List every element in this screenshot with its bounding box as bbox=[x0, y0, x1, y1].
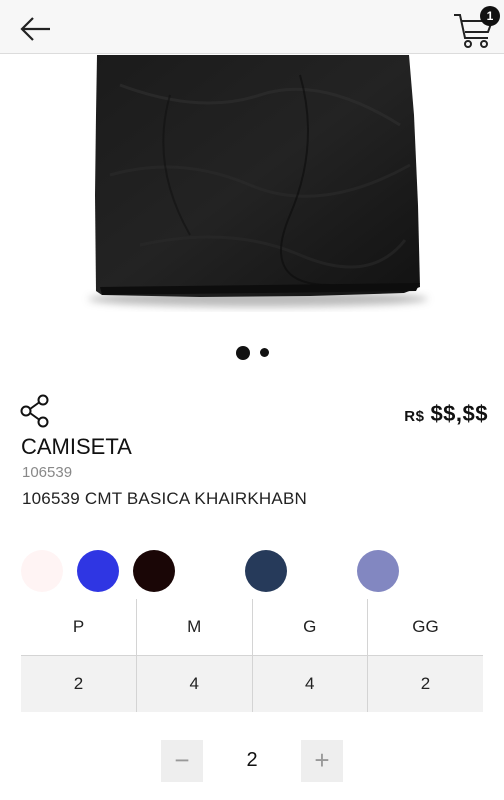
cart-button[interactable]: 1 bbox=[452, 6, 502, 50]
size-qty-g[interactable]: 4 bbox=[251, 655, 368, 712]
top-bar: 1 bbox=[0, 0, 504, 54]
product-image[interactable] bbox=[0, 55, 504, 330]
cart-count-badge: 1 bbox=[480, 6, 500, 26]
share-button[interactable] bbox=[18, 393, 54, 429]
color-swatch-1[interactable] bbox=[21, 550, 63, 592]
price-value: $$,$$ bbox=[430, 401, 488, 426]
size-label-p[interactable]: P bbox=[21, 599, 137, 656]
quantity-value: 2 bbox=[246, 749, 258, 771]
size-header-row: P M G GG bbox=[21, 599, 483, 656]
size-qty-m[interactable]: 4 bbox=[136, 655, 252, 712]
image-pager bbox=[0, 344, 504, 360]
pager-dot-2[interactable] bbox=[259, 348, 269, 358]
share-icon bbox=[20, 394, 49, 428]
color-swatch-2[interactable] bbox=[77, 550, 119, 592]
price-currency: R$ bbox=[404, 408, 425, 425]
tshirt-image bbox=[88, 55, 428, 307]
size-quantity-row: 2 4 4 2 bbox=[21, 655, 483, 712]
size-label-m[interactable]: M bbox=[136, 599, 252, 656]
decrease-quantity-button[interactable]: − bbox=[161, 740, 203, 782]
back-button[interactable] bbox=[14, 12, 54, 46]
size-grid: P M G GG 2 4 4 2 bbox=[21, 599, 483, 712]
product-description: 106539 CMT BASICA KHAIRKHABN bbox=[22, 489, 307, 508]
product-name: CAMISETA bbox=[21, 434, 132, 459]
size-label-gg[interactable]: GG bbox=[367, 599, 483, 656]
color-swatch-3[interactable] bbox=[133, 550, 175, 592]
color-swatch-4[interactable] bbox=[245, 550, 287, 592]
product-code: 106539 bbox=[22, 464, 73, 481]
size-qty-p[interactable]: 2 bbox=[21, 655, 137, 712]
color-swatch-5[interactable] bbox=[357, 550, 399, 592]
arrow-left-icon bbox=[20, 17, 50, 41]
size-label-g[interactable]: G bbox=[251, 599, 368, 656]
product-price: R$ $$,$$ bbox=[404, 401, 488, 427]
size-qty-gg[interactable]: 2 bbox=[367, 655, 483, 712]
pager-dot-1[interactable] bbox=[235, 345, 250, 360]
increase-quantity-button[interactable]: + bbox=[301, 740, 343, 782]
